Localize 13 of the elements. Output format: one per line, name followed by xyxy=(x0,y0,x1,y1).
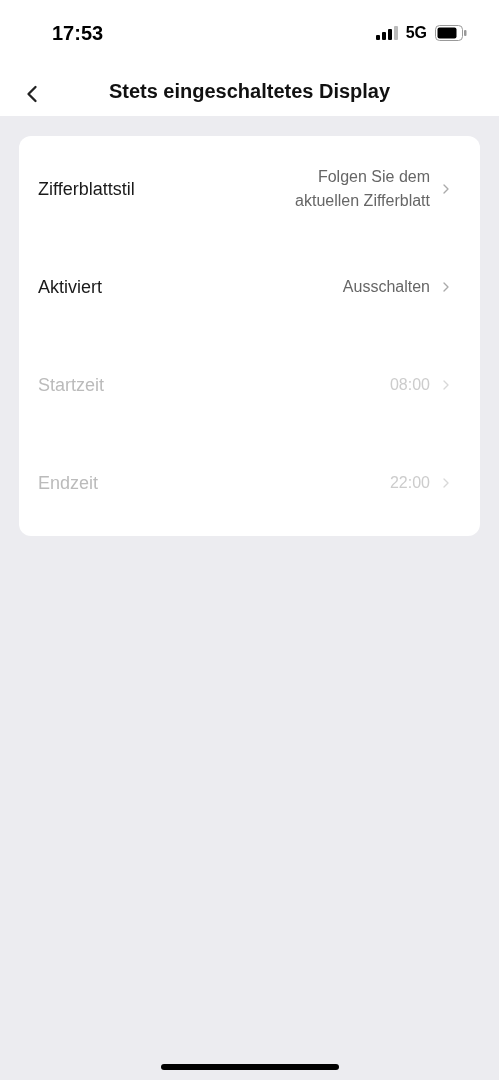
battery-icon xyxy=(435,25,467,41)
setting-value: Ausschalten xyxy=(342,277,430,297)
network-label: 5G xyxy=(405,23,427,43)
status-time: 17:53 xyxy=(52,21,104,46)
settings-row[interactable]: Aktiviert Ausschalten xyxy=(19,238,480,336)
setting-value: Folgen Sie dem aktuellen Zifferblatt xyxy=(294,167,430,211)
setting-label: Zifferblattstil xyxy=(38,177,135,201)
setting-label: Endzeit xyxy=(38,471,99,495)
settings-row[interactable]: Zifferblattstil Folgen Sie dem aktuellen Zifferblatt xyxy=(19,140,480,238)
page-title: Stets eingeschaltetes Display xyxy=(108,79,391,104)
signal-icon xyxy=(375,26,398,40)
setting-label: Aktiviert xyxy=(38,275,102,299)
setting-label: Startzeit xyxy=(38,373,105,397)
